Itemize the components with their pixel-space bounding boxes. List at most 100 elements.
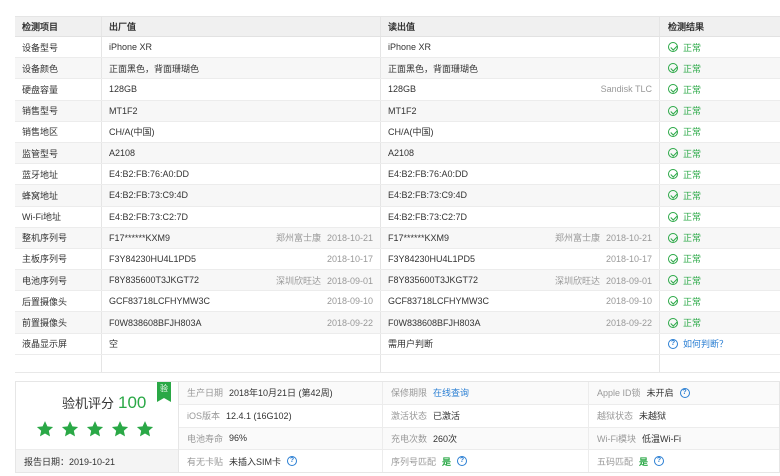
check-circle-icon	[668, 126, 678, 137]
check-circle-icon	[668, 253, 678, 264]
factory-cell: 正面黑色，背面珊瑚色	[101, 58, 380, 79]
read-value: CH/A(中国)	[388, 127, 434, 138]
star-icon	[36, 421, 54, 437]
star-icon	[86, 421, 104, 437]
read-value: MT1F2	[388, 105, 417, 116]
factory-cell: A2108	[101, 142, 380, 164]
read-value: F17******KXM9	[388, 232, 450, 243]
factory-origin: 2018-09-22	[327, 318, 373, 328]
question-circle-icon[interactable]: ?	[679, 387, 690, 398]
result-cell: 正常	[659, 79, 780, 100]
result-text: 正常	[683, 254, 702, 265]
check-circle-icon	[668, 317, 678, 328]
result-cell: 正常	[659, 58, 780, 79]
factory-cell: MT1F2	[101, 100, 380, 121]
read-value: 正面黑色，背面珊瑚色	[388, 63, 479, 74]
result-cell: 正常	[659, 312, 780, 333]
read-cell: F0W838608BFJH803A 2018-09-22	[380, 312, 659, 333]
factory-date: 2018-10-17	[326, 253, 373, 264]
read-origin: Sandisk TLC	[601, 84, 652, 94]
table-row: 后置摄像头 GCF83718LCFHYMW3C 2018-09-10 GCF83718…	[15, 291, 780, 313]
read-value: E4:B2:FB:76:A0:DD	[388, 169, 469, 180]
result-text: 正常	[683, 296, 702, 307]
factory-value: F3Y84230HU4L1PD5	[109, 253, 197, 264]
factory-value: A2108	[109, 148, 136, 159]
warranty-query-link[interactable]: 在线查询	[433, 386, 469, 399]
item-name: 监管型号	[22, 148, 59, 159]
factory-value: iPhone XR	[109, 42, 153, 53]
read-origin: 2018-09-22	[606, 318, 652, 328]
status-ok: 正常	[668, 147, 701, 160]
result-cell: 正常	[659, 121, 780, 142]
info-row: 生产日期 2018年10月21日 (第42周) 保修期限 在线查询 Apple ID锁未…	[179, 382, 779, 405]
report-date: 报告日期：2019-10-21	[16, 449, 178, 472]
status-ok: 正常	[668, 231, 701, 244]
table-row: 硬盘容量 128GB 128GB Sandisk TLC 正常	[15, 79, 780, 101]
factory-value: 空	[109, 339, 119, 350]
read-origin: 深圳欣旺达 2018-09-01	[555, 274, 652, 287]
result-cell: 正常	[659, 37, 780, 58]
check-circle-icon	[668, 296, 678, 307]
read-value: iPhone XR	[388, 42, 432, 53]
read-maker: Sandisk TLC	[600, 84, 652, 95]
read-cell: CH/A(中国)	[380, 121, 659, 142]
item-name: 销售型号	[22, 106, 59, 117]
read-date: 2018-09-22	[605, 317, 652, 328]
summary-panel: 验 验机评分 100 报告日期：2019-10-21 生产日期 2018年10月2…	[15, 381, 780, 473]
factory-date: 2018-09-01	[326, 275, 373, 286]
result-cell: 正常	[659, 185, 780, 206]
read-maker: 郑州富士康	[554, 233, 600, 244]
header-result: 检测结果	[659, 17, 780, 36]
info-cell: 保修期限 在线查询	[382, 382, 588, 404]
result-cell: 正常	[659, 227, 780, 248]
check-circle-icon	[668, 42, 678, 53]
result-text: 正常	[683, 148, 702, 159]
factory-origin: 郑州富士康 2018-10-21	[276, 231, 373, 244]
factory-cell: 空	[101, 333, 380, 354]
info-value: 2018年10月21日 (第42周)	[229, 388, 333, 399]
result-cell: 正常	[659, 100, 780, 121]
factory-value: MT1F2	[109, 105, 138, 116]
factory-cell: iPhone XR	[101, 37, 380, 58]
question-circle-icon[interactable]: ?	[457, 456, 468, 467]
factory-origin: 深圳欣旺达 2018-09-01	[276, 274, 373, 287]
info-value: 未开启	[646, 388, 674, 399]
status-ok: 正常	[668, 41, 701, 54]
table-row: 蓝牙地址 E4:B2:FB:76:A0:DD E4:B2:FB:76:A0:DD 正常	[15, 164, 780, 186]
star-icon	[111, 421, 129, 437]
result-cell: 正常	[659, 206, 780, 227]
how-to-judge-link[interactable]: ? 如何判断？	[668, 337, 728, 350]
read-cell: 正面黑色，背面珊瑚色	[380, 58, 659, 79]
factory-value: E4:B2:FB:76:A0:DD	[109, 169, 190, 180]
read-cell: E4:B2:FB:73:C9:4D	[380, 185, 659, 206]
question-circle-icon[interactable]: ?	[654, 456, 665, 467]
read-origin: 郑州富士康 2018-10-21	[555, 231, 652, 244]
device-info-grid: 生产日期 2018年10月21日 (第42周) 保修期限 在线查询 Apple ID锁未…	[179, 382, 779, 472]
question-circle-icon[interactable]: ?	[287, 456, 298, 467]
info-label: iOS版本	[187, 411, 221, 422]
header-factory: 出厂值	[101, 17, 380, 36]
result-cell: 正常	[659, 164, 780, 185]
factory-cell: E4:B2:FB:73:C9:4D	[101, 185, 380, 206]
item-name: 电池序列号	[22, 275, 68, 286]
info-cell: 序列号匹配是?	[382, 450, 588, 472]
info-cell: 电池寿命 96%	[179, 428, 382, 450]
read-cell: A2108	[380, 142, 659, 164]
factory-cell: F3Y84230HU4L1PD5 2018-10-17	[101, 248, 380, 270]
factory-date: 2018-09-10	[326, 296, 373, 307]
status-ok: 正常	[668, 83, 701, 96]
info-label: 生产日期	[187, 388, 224, 399]
status-ok: 正常	[668, 274, 701, 287]
info-label: Apple ID锁	[597, 388, 641, 399]
table-row: 设备颜色 正面黑色，背面珊瑚色 正面黑色，背面珊瑚色 正常	[15, 58, 780, 80]
table-row: 销售地区 CH/A(中国) CH/A(中国) 正常	[15, 121, 780, 143]
read-cell: GCF83718LCFHYMW3C 2018-09-10	[380, 291, 659, 312]
info-label: 序列号匹配	[391, 456, 437, 467]
factory-value: 正面黑色，背面珊瑚色	[109, 63, 200, 74]
factory-maker: 郑州富士康	[275, 233, 321, 244]
info-value: 是	[639, 456, 649, 467]
read-cell: iPhone XR	[380, 37, 659, 58]
factory-maker: 深圳欣旺达	[275, 275, 321, 286]
result-text: 正常	[683, 212, 702, 223]
info-cell: 越狱状态 未越狱	[588, 404, 779, 427]
